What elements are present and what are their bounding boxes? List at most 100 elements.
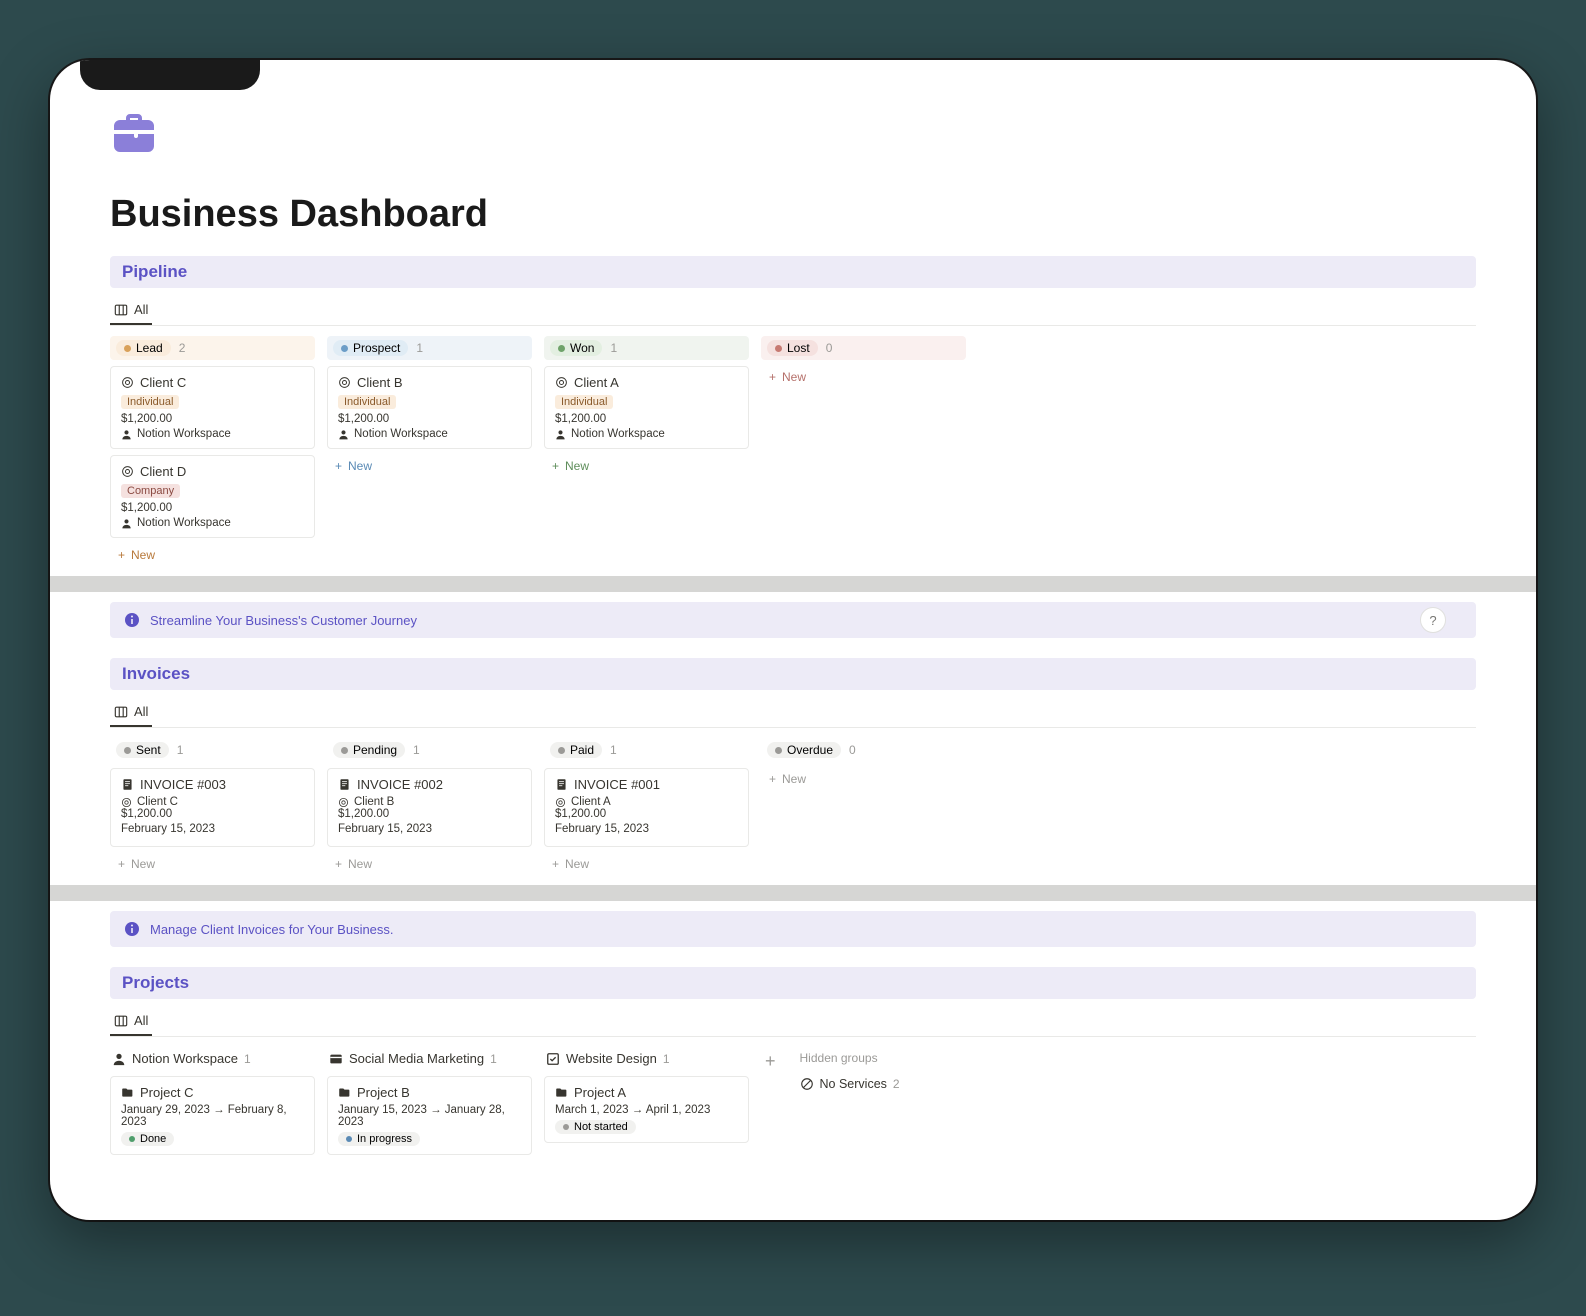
projects-view-tabs: All [110, 1007, 1476, 1037]
status-pill-sent: Sent [116, 742, 169, 758]
status-pill-paid: Paid [550, 742, 602, 758]
status-pill-pending: Pending [333, 742, 405, 758]
person-icon [121, 429, 132, 440]
column-header-sent[interactable]: Sent 1 [110, 738, 315, 762]
projects-board: Notion Workspace 1 Project C January 29,… [110, 1047, 1476, 1161]
column-paid: Paid 1 INVOICE #001 Client A $1,200.00 F… [544, 738, 749, 875]
edit-icon [546, 1052, 560, 1066]
new-button-lead[interactable]: +New [110, 544, 315, 566]
card-workspace-link: Notion Workspace [338, 428, 521, 440]
tab-all-label: All [134, 302, 148, 317]
column-header-lost[interactable]: Lost 0 [761, 336, 966, 360]
tag-company: Company [121, 484, 180, 498]
add-column-button[interactable]: + [761, 1047, 780, 1161]
column-header-website-design[interactable]: Website Design 1 [544, 1047, 749, 1070]
board-icon [114, 1014, 128, 1028]
info-icon [124, 921, 140, 937]
card-project-b[interactable]: Project B January 15, 2023 → January 28,… [327, 1076, 532, 1155]
new-button-lost[interactable]: +New [761, 366, 966, 388]
status-pill-lead: Lead [116, 340, 171, 356]
card-invoice-001[interactable]: INVOICE #001 Client A $1,200.00 February… [544, 768, 749, 847]
person-icon [555, 429, 566, 440]
invoices-header: Invoices [110, 658, 1476, 690]
column-lead: Lead 2 Client C Individual $1,200.00 Not… [110, 336, 315, 566]
card-amount: $1,200.00 [121, 502, 304, 514]
column-header-lead[interactable]: Lead 2 [110, 336, 315, 360]
tab-all[interactable]: All [110, 296, 152, 325]
person-icon [112, 1052, 126, 1066]
section-divider [50, 576, 1536, 592]
count-lost: 0 [826, 341, 833, 355]
folder-icon [121, 1086, 134, 1099]
hidden-no-services[interactable]: No Services 2 [798, 1073, 902, 1095]
section-divider-2 [50, 885, 1536, 901]
column-header-social-media[interactable]: Social Media Marketing 1 [327, 1047, 532, 1070]
tab-all-projects[interactable]: All [110, 1007, 152, 1036]
folder-icon [338, 1086, 351, 1099]
new-button-paid[interactable]: +New [544, 853, 749, 875]
card-invoice-002[interactable]: INVOICE #002 Client B $1,200.00 February… [327, 768, 532, 847]
column-social-media: Social Media Marketing 1 Project B Janua… [327, 1047, 532, 1161]
column-pending: Pending 1 INVOICE #002 Client B $1,200.0… [327, 738, 532, 875]
card-client-c[interactable]: Client C Individual $1,200.00 Notion Wor… [110, 366, 315, 449]
invoices-board: Sent 1 INVOICE #003 Client C $1,200.00 F… [110, 738, 1476, 875]
document-icon [338, 778, 351, 791]
column-header-won[interactable]: Won 1 [544, 336, 749, 360]
count-won: 1 [610, 341, 617, 355]
status-notstarted: Not started [555, 1120, 636, 1134]
page-content: Business Dashboard Pipeline All Lead 2 C… [50, 60, 1536, 1220]
column-header-paid[interactable]: Paid 1 [544, 738, 749, 762]
info-icon [124, 612, 140, 628]
new-button-pending[interactable]: +New [327, 853, 532, 875]
target-icon [338, 797, 349, 808]
invoices-callout[interactable]: Manage Client Invoices for Your Business… [110, 911, 1476, 947]
folder-icon [555, 1086, 568, 1099]
column-lost: Lost 0 +New [761, 336, 966, 566]
card-amount: $1,200.00 [555, 413, 738, 425]
column-header-prospect[interactable]: Prospect 1 [327, 336, 532, 360]
new-button-prospect[interactable]: +New [327, 455, 532, 477]
column-prospect: Prospect 1 Client B Individual $1,200.00… [327, 336, 532, 566]
status-pill-overdue: Overdue [767, 742, 841, 758]
card-amount: $1,200.00 [121, 413, 304, 425]
card-project-c[interactable]: Project C January 29, 2023 → February 8,… [110, 1076, 315, 1155]
card-workspace-link: Notion Workspace [121, 517, 304, 529]
target-icon [338, 376, 351, 389]
status-done: Done [121, 1132, 174, 1146]
card-icon [329, 1052, 343, 1066]
target-icon [555, 376, 568, 389]
column-notion-workspace: Notion Workspace 1 Project C January 29,… [110, 1047, 315, 1161]
target-icon [555, 797, 566, 808]
new-button-overdue[interactable]: +New [761, 768, 966, 790]
hidden-groups: Hidden groups No Services 2 [798, 1047, 902, 1161]
column-header-notion-workspace[interactable]: Notion Workspace 1 [110, 1047, 315, 1070]
target-icon [121, 376, 134, 389]
person-icon [121, 518, 132, 529]
no-icon [800, 1077, 814, 1091]
target-icon [121, 797, 132, 808]
pipeline-view-tabs: All [110, 296, 1476, 326]
status-progress: In progress [338, 1132, 420, 1146]
new-button-won[interactable]: +New [544, 455, 749, 477]
card-client-b[interactable]: Client B Individual $1,200.00 Notion Wor… [327, 366, 532, 449]
target-icon [121, 465, 134, 478]
card-client-a[interactable]: Client A Individual $1,200.00 Notion Wor… [544, 366, 749, 449]
new-button-sent[interactable]: +New [110, 853, 315, 875]
count-lead: 2 [179, 341, 186, 355]
document-icon [121, 778, 134, 791]
status-pill-won: Won [550, 340, 602, 356]
card-project-a[interactable]: Project A March 1, 2023 → April 1, 2023 … [544, 1076, 749, 1143]
column-website-design: Website Design 1 Project A March 1, 2023… [544, 1047, 749, 1161]
tag-individual: Individual [338, 395, 396, 409]
card-client-d[interactable]: Client D Company $1,200.00 Notion Worksp… [110, 455, 315, 538]
pipeline-callout[interactable]: Streamline Your Business's Customer Jour… [110, 602, 1476, 638]
pipeline-board: Lead 2 Client C Individual $1,200.00 Not… [110, 336, 1476, 566]
tab-all-invoices[interactable]: All [110, 698, 152, 727]
column-overdue: Overdue 0 +New [761, 738, 966, 875]
card-invoice-003[interactable]: INVOICE #003 Client C $1,200.00 February… [110, 768, 315, 847]
projects-header: Projects [110, 967, 1476, 999]
count-prospect: 1 [416, 341, 423, 355]
column-header-pending[interactable]: Pending 1 [327, 738, 532, 762]
column-header-overdue[interactable]: Overdue 0 [761, 738, 966, 762]
help-button[interactable]: ? [1420, 607, 1446, 633]
